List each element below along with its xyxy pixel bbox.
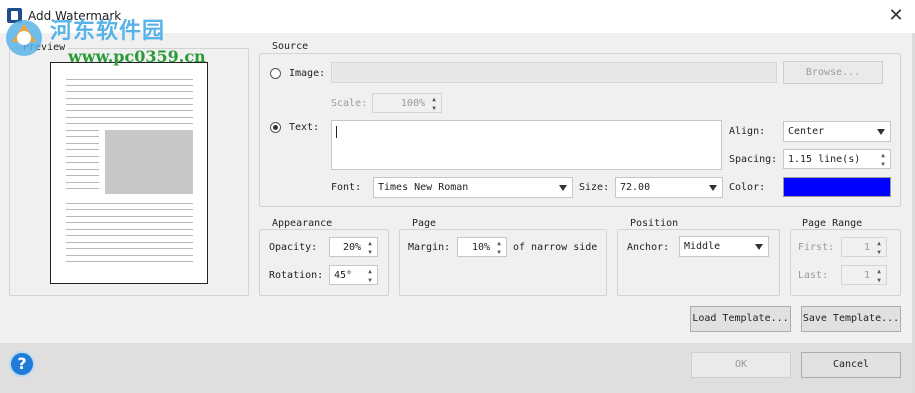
image-path-field[interactable]: [331, 62, 777, 83]
page-range-legend: Page Range: [799, 218, 866, 229]
color-swatch-button[interactable]: [783, 177, 891, 197]
cancel-button[interactable]: Cancel: [801, 352, 901, 378]
close-icon[interactable]: ✕: [886, 6, 906, 26]
font-value: Times New Roman: [378, 182, 469, 193]
save-template-button[interactable]: Save Template...: [801, 306, 901, 332]
scale-label: Scale:: [331, 98, 368, 109]
spacing-value: 1.15 line(s): [788, 154, 861, 165]
size-select[interactable]: 72.00: [615, 177, 723, 198]
font-select[interactable]: Times New Roman: [373, 177, 573, 198]
watermark-text-area[interactable]: [331, 120, 722, 170]
load-template-button[interactable]: Load Template...: [690, 306, 791, 332]
preview-page: [50, 62, 208, 284]
preview-image-block: [105, 130, 193, 194]
page-legend: Page: [409, 218, 440, 229]
scale-value: 100%: [400, 98, 425, 109]
source-legend: Source: [269, 41, 312, 52]
text-caret: [336, 126, 337, 138]
rotation-value: 45°: [334, 270, 353, 281]
align-label: Align:: [729, 126, 766, 137]
font-label: Font:: [331, 182, 362, 193]
size-label: Size:: [579, 182, 610, 193]
chevron-down-icon: [755, 244, 763, 250]
align-value: Center: [788, 126, 825, 137]
opacity-spin-arrows[interactable]: ▲ ▼: [365, 239, 375, 257]
image-label: Image:: [289, 68, 326, 79]
spacing-spinbox[interactable]: 1.15 line(s) ▲ ▼: [783, 149, 891, 169]
position-legend: Position: [627, 218, 682, 229]
align-select[interactable]: Center: [783, 121, 891, 142]
scale-spin-arrows[interactable]: ▲ ▼: [429, 95, 439, 113]
appearance-legend: Appearance: [269, 218, 336, 229]
size-value: 72.00: [620, 182, 651, 193]
first-page-value: 1: [863, 242, 870, 253]
last-spin-arrows[interactable]: ▲ ▼: [874, 267, 884, 285]
rotation-spinbox[interactable]: 45° ▲ ▼: [329, 265, 378, 285]
spacing-spin-arrows[interactable]: ▲ ▼: [878, 151, 888, 169]
margin-spin-arrows[interactable]: ▲ ▼: [494, 239, 504, 257]
last-page-spinbox[interactable]: 1 ▲ ▼: [841, 265, 887, 285]
rotation-spin-arrows[interactable]: ▲ ▼: [365, 267, 375, 285]
site-watermark-url: www.pc0359.cn: [68, 47, 206, 66]
image-radio[interactable]: [270, 68, 281, 79]
opacity-value: 20%: [342, 242, 361, 253]
site-watermark-name: 河东软件园: [50, 19, 166, 44]
spacing-label: Spacing:: [729, 154, 778, 165]
scale-spinbox[interactable]: 100% ▲ ▼: [372, 93, 442, 113]
browse-button[interactable]: Browse...: [783, 61, 883, 84]
anchor-label: Anchor:: [627, 242, 670, 253]
opacity-spinbox[interactable]: 20% ▲ ▼: [329, 237, 378, 257]
margin-spinbox[interactable]: 10% ▲ ▼: [457, 237, 507, 257]
color-label: Color:: [729, 182, 766, 193]
anchor-value: Middle: [684, 241, 721, 252]
first-label: First:: [798, 242, 835, 253]
margin-label: Margin:: [408, 242, 451, 253]
ok-button[interactable]: OK: [691, 352, 791, 378]
chevron-down-icon: [877, 129, 885, 135]
chevron-down-icon: [559, 185, 567, 191]
anchor-select[interactable]: Middle: [679, 236, 769, 257]
opacity-label: Opacity:: [269, 242, 318, 253]
first-page-spinbox[interactable]: 1 ▲ ▼: [841, 237, 887, 257]
last-page-value: 1: [863, 270, 870, 281]
text-label: Text:: [289, 122, 320, 133]
margin-value: 10%: [471, 242, 490, 253]
help-icon[interactable]: ?: [9, 351, 35, 377]
text-radio[interactable]: [270, 122, 281, 133]
rotation-label: Rotation:: [269, 270, 324, 281]
first-spin-arrows[interactable]: ▲ ▼: [874, 239, 884, 257]
last-label: Last:: [798, 270, 829, 281]
chevron-down-icon: [709, 185, 717, 191]
margin-suffix: of narrow side: [513, 242, 598, 253]
